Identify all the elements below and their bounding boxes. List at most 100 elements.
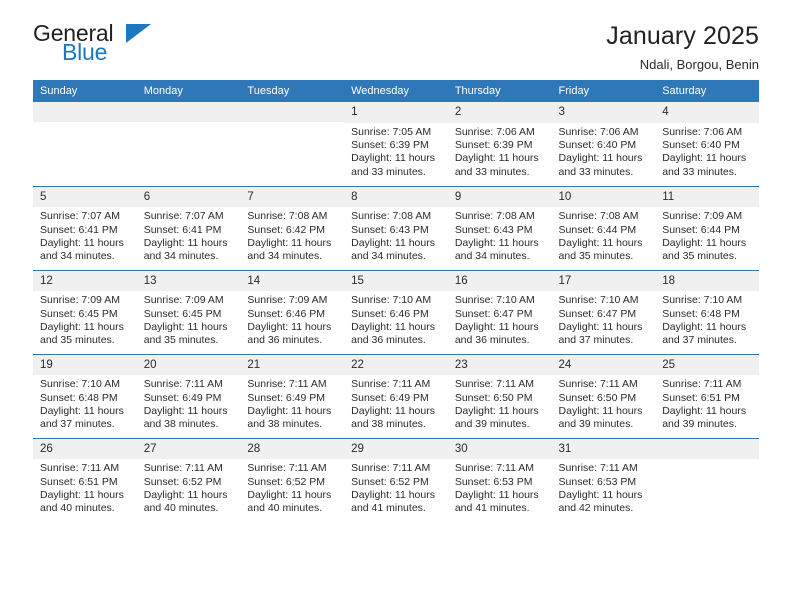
calendar-day-cell[interactable]: 26 Sunrise: 7:11 AM Sunset: 6:51 PM Dayligh… bbox=[33, 437, 137, 522]
day-details: Sunrise: 7:08 AM Sunset: 6:42 PM Daylight:… bbox=[240, 207, 344, 264]
daylight-text-line1: Daylight: 11 hours bbox=[351, 236, 435, 249]
daylight-text-line2: and 35 minutes. bbox=[662, 250, 737, 263]
daylight-text-line2: and 35 minutes. bbox=[143, 334, 219, 347]
calendar-day-cell[interactable]: 9 Sunrise: 7:08 AM Sunset: 6:43 PM Daylight… bbox=[447, 185, 552, 270]
day-number: 22 bbox=[344, 354, 448, 376]
day-details: Sunrise: 7:11 AM Sunset: 6:53 PM Daylight:… bbox=[448, 459, 552, 516]
daylight-text-line1: Daylight: 11 hours bbox=[40, 236, 124, 249]
calendar-day-cell[interactable]: 17 Sunrise: 7:10 AM Sunset: 6:47 PM Dayligh… bbox=[551, 269, 656, 354]
sunset-text: Sunset: 6:42 PM bbox=[247, 223, 326, 236]
general-blue-logo[interactable]: General Blue bbox=[33, 22, 151, 68]
day-details: Sunrise: 7:08 AM Sunset: 6:43 PM Daylight:… bbox=[448, 207, 552, 264]
calendar-day-cell[interactable]: 11 Sunrise: 7:09 AM Sunset: 6:44 PM Dayligh… bbox=[655, 185, 759, 270]
calendar-day-cell[interactable]: 6 Sunrise: 7:07 AM Sunset: 6:41 PM Daylight… bbox=[136, 185, 241, 270]
day-details: Sunrise: 7:10 AM Sunset: 6:48 PM Daylight:… bbox=[655, 291, 759, 348]
daylight-text-line2: and 39 minutes. bbox=[558, 418, 634, 431]
daylight-text-line1: Daylight: 11 hours bbox=[662, 404, 747, 417]
calendar-day-cell[interactable]: 24 Sunrise: 7:11 AM Sunset: 6:50 PM Dayligh… bbox=[551, 353, 656, 438]
calendar-day-cell[interactable]: 12 Sunrise: 7:09 AM Sunset: 6:45 PM Dayligh… bbox=[33, 269, 137, 354]
daylight-text-line2: and 34 minutes. bbox=[247, 250, 323, 263]
day-details: Sunrise: 7:10 AM Sunset: 6:46 PM Daylight:… bbox=[344, 291, 448, 348]
day-number: 6 bbox=[136, 186, 241, 208]
calendar-day-cell[interactable]: 18 Sunrise: 7:10 AM Sunset: 6:48 PM Dayligh… bbox=[655, 269, 759, 354]
calendar-day-cell[interactable]: 27 Sunrise: 7:11 AM Sunset: 6:52 PM Dayligh… bbox=[136, 437, 241, 522]
sunset-text: Sunset: 6:43 PM bbox=[351, 223, 429, 236]
calendar-day-cell[interactable]: 5 Sunrise: 7:07 AM Sunset: 6:41 PM Daylight… bbox=[33, 185, 137, 270]
calendar-day-cell[interactable]: 13 Sunrise: 7:09 AM Sunset: 6:45 PM Dayligh… bbox=[136, 269, 241, 354]
sunset-text: Sunset: 6:47 PM bbox=[454, 307, 533, 320]
daylight-text-line2: and 36 minutes. bbox=[454, 334, 530, 347]
day-details: Sunrise: 7:06 AM Sunset: 6:39 PM Daylight:… bbox=[448, 123, 552, 180]
calendar-day-cell[interactable]: 31 Sunrise: 7:11 AM Sunset: 6:53 PM Dayligh… bbox=[551, 437, 656, 522]
daylight-text-line2: and 40 minutes. bbox=[247, 502, 323, 515]
day-number: 15 bbox=[344, 270, 448, 292]
sunrise-text: Sunrise: 7:10 AM bbox=[558, 294, 639, 307]
calendar-day-cell[interactable]: 23 Sunrise: 7:11 AM Sunset: 6:50 PM Dayligh… bbox=[447, 353, 552, 438]
calendar-day-cell[interactable]: 7 Sunrise: 7:08 AM Sunset: 6:42 PM Daylight… bbox=[240, 185, 345, 270]
day-number: 30 bbox=[447, 438, 552, 460]
day-details: Sunrise: 7:11 AM Sunset: 6:52 PM Daylight:… bbox=[137, 459, 241, 516]
page-title: January 2025 bbox=[606, 22, 759, 50]
sunset-text: Sunset: 6:47 PM bbox=[558, 307, 637, 320]
day-number bbox=[655, 438, 759, 459]
calendar-day-cell[interactable]: 29 Sunrise: 7:11 AM Sunset: 6:52 PM Dayligh… bbox=[344, 437, 448, 522]
calendar-day-cell[interactable]: 8 Sunrise: 7:08 AM Sunset: 6:43 PM Daylight… bbox=[344, 185, 448, 270]
sunset-text: Sunset: 6:52 PM bbox=[351, 475, 429, 488]
calendar-day-cell[interactable]: 3 Sunrise: 7:06 AM Sunset: 6:40 PM Daylight… bbox=[551, 102, 656, 186]
calendar-day-cell[interactable]: 16 Sunrise: 7:10 AM Sunset: 6:47 PM Dayligh… bbox=[447, 269, 552, 354]
calendar-day-cell[interactable]: 21 Sunrise: 7:11 AM Sunset: 6:49 PM Dayligh… bbox=[240, 353, 345, 438]
sunrise-text: Sunrise: 7:08 AM bbox=[247, 210, 328, 223]
calendar-day-cell[interactable]: 14 Sunrise: 7:09 AM Sunset: 6:46 PM Dayligh… bbox=[240, 269, 345, 354]
day-number: 26 bbox=[33, 438, 137, 460]
day-details: Sunrise: 7:05 AM Sunset: 6:39 PM Daylight:… bbox=[344, 123, 448, 180]
calendar-table: Sunday Monday Tuesday Wednesday Thursday… bbox=[33, 80, 759, 522]
daylight-text-line2: and 37 minutes. bbox=[40, 418, 115, 431]
day-details: Sunrise: 7:07 AM Sunset: 6:41 PM Daylight:… bbox=[137, 207, 241, 264]
daylight-text-line2: and 37 minutes. bbox=[662, 334, 737, 347]
sunset-text: Sunset: 6:49 PM bbox=[143, 391, 222, 404]
calendar-day-cell[interactable]: 1 Sunrise: 7:05 AM Sunset: 6:39 PM Daylight… bbox=[344, 102, 448, 186]
calendar-day-cell[interactable]: 15 Sunrise: 7:10 AM Sunset: 6:46 PM Dayligh… bbox=[344, 269, 448, 354]
day-details: Sunrise: 7:11 AM Sunset: 6:51 PM Daylight:… bbox=[33, 459, 137, 516]
calendar-header-row: Sunday Monday Tuesday Wednesday Thursday… bbox=[33, 80, 759, 102]
sunset-text: Sunset: 6:46 PM bbox=[351, 307, 429, 320]
calendar-day-cell[interactable]: 30 Sunrise: 7:11 AM Sunset: 6:53 PM Dayligh… bbox=[447, 437, 552, 522]
calendar-day-cell[interactable]: 4 Sunrise: 7:06 AM Sunset: 6:40 PM Daylight… bbox=[655, 102, 759, 186]
daylight-text-line2: and 34 minutes. bbox=[454, 250, 530, 263]
sunrise-text: Sunrise: 7:11 AM bbox=[454, 462, 534, 475]
daylight-text-line1: Daylight: 11 hours bbox=[247, 320, 332, 333]
weekday-header-sunday: Sunday bbox=[33, 80, 137, 102]
sunrise-text: Sunrise: 7:11 AM bbox=[351, 378, 431, 391]
day-number: 29 bbox=[344, 438, 448, 460]
daylight-text-line2: and 42 minutes. bbox=[558, 502, 634, 515]
daylight-text-line1: Daylight: 11 hours bbox=[40, 320, 124, 333]
sunrise-text: Sunrise: 7:10 AM bbox=[454, 294, 535, 307]
daylight-text-line2: and 36 minutes. bbox=[351, 334, 426, 347]
sunrise-text: Sunrise: 7:11 AM bbox=[558, 462, 638, 475]
sunset-text: Sunset: 6:52 PM bbox=[247, 475, 326, 488]
day-details: Sunrise: 7:10 AM Sunset: 6:48 PM Daylight:… bbox=[33, 375, 137, 432]
calendar-day-cell[interactable]: 19 Sunrise: 7:10 AM Sunset: 6:48 PM Dayligh… bbox=[33, 353, 137, 438]
weekday-header-friday: Friday bbox=[551, 80, 656, 102]
day-number: 25 bbox=[655, 354, 759, 376]
daylight-text-line2: and 33 minutes. bbox=[662, 165, 737, 178]
sunrise-text: Sunrise: 7:09 AM bbox=[662, 210, 743, 223]
calendar-day-cell[interactable]: 10 Sunrise: 7:08 AM Sunset: 6:44 PM Dayligh… bbox=[551, 185, 656, 270]
day-number: 11 bbox=[655, 186, 759, 208]
calendar-day-cell[interactable]: 25 Sunrise: 7:11 AM Sunset: 6:51 PM Dayligh… bbox=[655, 353, 759, 438]
sunrise-text: Sunrise: 7:09 AM bbox=[247, 294, 328, 307]
day-number bbox=[33, 102, 137, 122]
day-details: Sunrise: 7:11 AM Sunset: 6:49 PM Daylight:… bbox=[240, 375, 344, 432]
daylight-text-line2: and 35 minutes. bbox=[558, 250, 634, 263]
sunset-text: Sunset: 6:53 PM bbox=[558, 475, 637, 488]
calendar-day-cell[interactable]: 2 Sunrise: 7:06 AM Sunset: 6:39 PM Daylight… bbox=[447, 102, 552, 186]
calendar-day-cell[interactable]: 20 Sunrise: 7:11 AM Sunset: 6:49 PM Dayligh… bbox=[136, 353, 241, 438]
calendar-day-cell[interactable]: 22 Sunrise: 7:11 AM Sunset: 6:49 PM Dayligh… bbox=[344, 353, 448, 438]
sunset-text: Sunset: 6:45 PM bbox=[143, 307, 222, 320]
sunset-text: Sunset: 6:50 PM bbox=[454, 391, 533, 404]
day-details: Sunrise: 7:11 AM Sunset: 6:53 PM Daylight:… bbox=[552, 459, 656, 516]
calendar-week-row: 1 Sunrise: 7:05 AM Sunset: 6:39 PM Daylight… bbox=[33, 102, 759, 186]
day-number bbox=[240, 102, 345, 122]
calendar-day-cell[interactable]: 28 Sunrise: 7:11 AM Sunset: 6:52 PM Dayligh… bbox=[240, 437, 345, 522]
day-details: Sunrise: 7:09 AM Sunset: 6:46 PM Daylight:… bbox=[240, 291, 344, 348]
